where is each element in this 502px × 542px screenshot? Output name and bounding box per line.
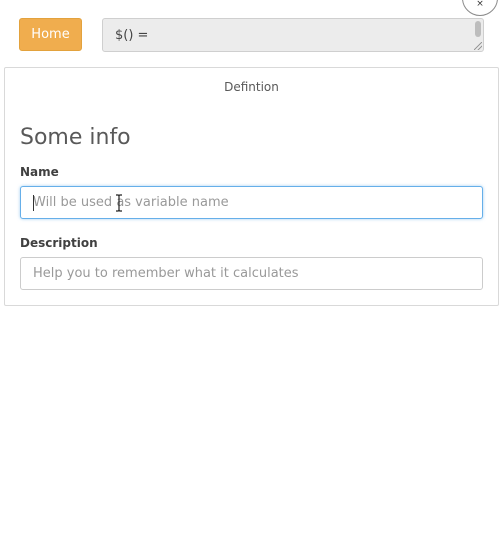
description-placeholder: Help you to remember what it calculates [33,266,299,281]
text-cursor-icon [116,194,122,212]
expression-scrollbar[interactable] [475,21,481,37]
home-button[interactable]: Home [19,18,82,51]
panel-title: Defintion [224,80,279,94]
text-caret [33,195,34,211]
name-label: Name [20,165,59,179]
close-icon: × [476,0,484,9]
name-placeholder: Will be used as variable name [33,195,229,210]
description-input[interactable]: Help you to remember what it calculates [20,257,483,290]
name-input[interactable]: Will be used as variable name [20,186,483,219]
expression-text: $() = [115,28,149,43]
description-label: Description [20,236,98,250]
close-button[interactable]: × [462,0,498,16]
resize-grip-icon[interactable] [474,42,482,50]
section-heading: Some info [20,125,131,150]
expression-textarea[interactable]: $() = [102,18,484,52]
definition-panel: Defintion Some info Name Will be used as… [4,67,499,306]
